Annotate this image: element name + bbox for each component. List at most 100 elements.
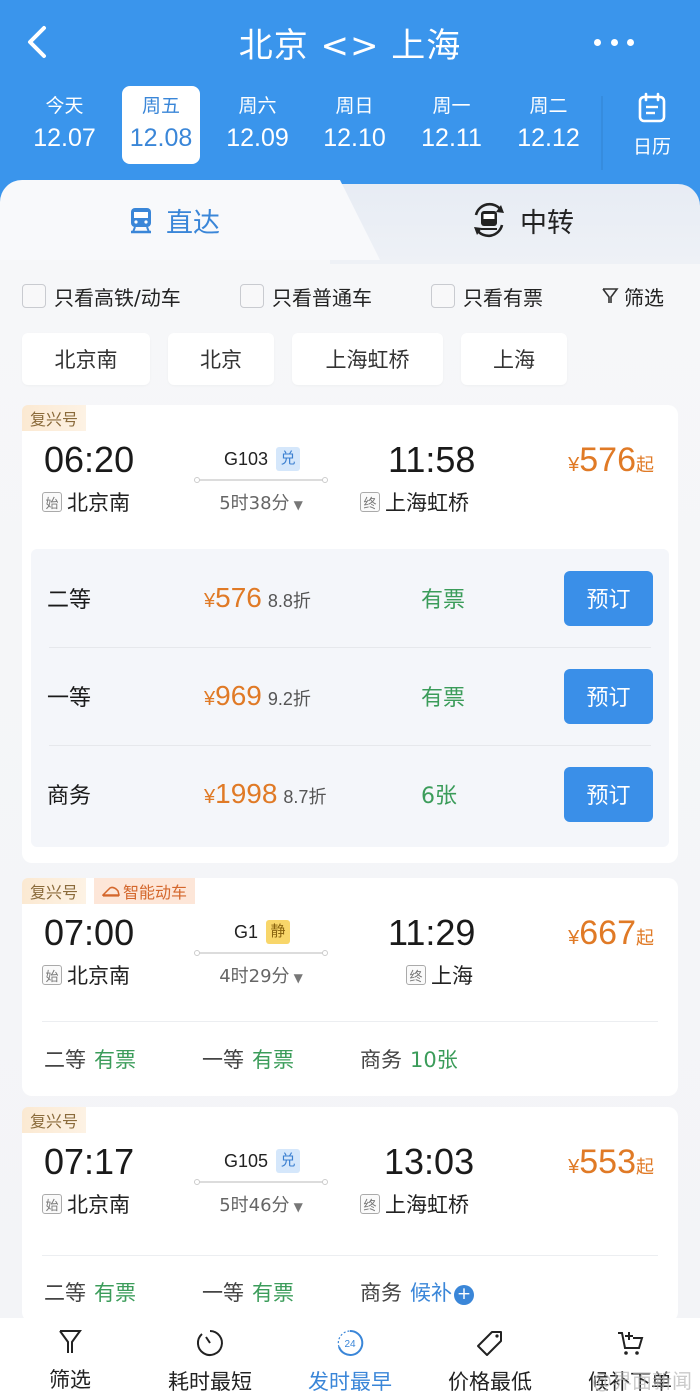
seat-class: 商务 <box>360 1048 402 1072</box>
origin-mark-icon: 始 <box>42 492 62 512</box>
seat-summary-item: 二等 有票 <box>44 1044 136 1074</box>
seat-status: 10张 <box>410 1048 458 1072</box>
sort-lowest-price[interactable]: 价格最低 <box>420 1318 560 1400</box>
train-card[interactable]: 复兴号 07:17 G105 兑 5时46分 ▼ 13:03 始北京南 终上海虹桥 … <box>22 1107 678 1322</box>
departure-time: 07:17 <box>44 1141 135 1182</box>
seat-summary-item: 一等 有票 <box>202 1044 294 1074</box>
duration-text: 5时46分 <box>219 1195 290 1216</box>
tab-transfer-label: 中转 <box>520 207 574 239</box>
seat-panel: 二等 ¥576 8.8折 有票 预订 一等 ¥969 9.2折 有票 预订 商务 ¥… <box>31 549 669 847</box>
checkbox-high-speed-only[interactable]: 只看高铁/动车 <box>22 282 181 311</box>
terminal-mark-icon: 终 <box>406 965 426 985</box>
seat-status: 有票 <box>252 1281 294 1305</box>
station-chip[interactable]: 上海 <box>461 333 567 385</box>
currency-symbol: ¥ <box>204 688 216 710</box>
checkbox-label: 只看有票 <box>463 285 543 310</box>
caret-down-icon: ▼ <box>293 498 303 512</box>
train-type-tag: 复兴号 <box>22 1107 87 1133</box>
seat-summary-item: 二等 有票 <box>44 1277 136 1307</box>
terminal-mark-icon: 终 <box>360 492 380 512</box>
date-item[interactable]: 周二 12.12 <box>500 86 597 164</box>
from-station: 始北京南 <box>42 1189 130 1219</box>
checkbox-label: 只看高铁/动车 <box>54 285 181 310</box>
lowest-price: ¥553起 <box>568 1143 654 1182</box>
seat-class: 一等 <box>47 686 92 711</box>
train-card[interactable]: 复兴号 06:20 G103 兑 5时38分 ▼ 11:58 始北京南 终上海虹桥 … <box>22 405 678 863</box>
date-item-selected[interactable]: 周五 12.08 <box>122 86 200 164</box>
to-station: 终上海 <box>406 960 473 990</box>
checkbox-available-only[interactable]: 只看有票 <box>431 282 543 311</box>
date-value: 12.12 <box>517 124 580 152</box>
station-chip[interactable]: 上海虹桥 <box>292 333 443 385</box>
divider <box>42 1021 658 1022</box>
book-button[interactable]: 预订 <box>564 668 653 724</box>
to-station-name: 上海虹桥 <box>385 1193 469 1217</box>
divider <box>42 1255 658 1256</box>
date-selector: 今天 12.07 周五 12.08 周六 12.09 周日 12.10 周一 12.11 … <box>16 86 597 166</box>
date-value: 12.11 <box>421 124 482 152</box>
date-item[interactable]: 今天 12.07 <box>16 86 113 164</box>
watermark: @界面新闻 <box>592 1369 692 1393</box>
checkbox-box[interactable] <box>22 284 46 308</box>
from-station: 始北京南 <box>42 960 130 990</box>
divider <box>601 96 603 170</box>
price-tag-icon <box>477 1331 502 1356</box>
bullet-train-icon <box>102 886 120 897</box>
book-button[interactable]: 预订 <box>564 766 653 822</box>
seat-summary-item: 一等 有票 <box>202 1277 294 1307</box>
currency-symbol: ¥ <box>568 1156 580 1178</box>
date-item[interactable]: 周日 12.10 <box>306 86 403 164</box>
date-value: 12.07 <box>33 124 96 152</box>
bottom-filter-button[interactable]: 筛选 <box>0 1318 140 1400</box>
currency-symbol: ¥ <box>568 454 580 476</box>
duration-toggle[interactable]: 4时29分 ▼ <box>196 962 326 988</box>
filter-link-label: 筛选 <box>624 285 664 310</box>
tab-transfer[interactable]: 中转 <box>470 180 574 260</box>
currency-symbol: ¥ <box>204 590 216 612</box>
train-card[interactable]: 复兴号 智能动车 07:00 G1 静 4时29分 ▼ 11:29 始北京南 终上海… <box>22 878 678 1096</box>
checkbox-box[interactable] <box>240 284 264 308</box>
seat-price-value: 576 <box>215 582 262 613</box>
redeem-badge: 兑 <box>276 1149 301 1173</box>
seat-discount: 8.7折 <box>283 787 327 807</box>
checkbox-label: 只看普通车 <box>272 285 372 310</box>
station-chip[interactable]: 北京 <box>168 333 274 385</box>
station-chips: 北京南 北京 上海虹桥 上海 <box>22 333 585 385</box>
train-number-text: G1 <box>233 921 258 942</box>
ellipsis-dot <box>627 38 634 46</box>
origin-mark-icon: 始 <box>42 1194 62 1214</box>
duration-toggle[interactable]: 5时38分 ▼ <box>196 489 326 515</box>
seat-class: 商务 <box>360 1281 402 1305</box>
from-station: 始北京南 <box>42 487 130 517</box>
date-item[interactable]: 周一 12.11 <box>403 86 500 164</box>
seat-summary-item[interactable]: 商务 候补 + <box>360 1277 474 1307</box>
calendar-button[interactable]: 日历 <box>612 92 692 159</box>
date-value: 12.09 <box>226 124 289 152</box>
plus-circle-icon[interactable]: + <box>454 1285 474 1305</box>
date-weekday: 周六 <box>238 95 277 117</box>
seat-discount: 9.2折 <box>267 689 311 709</box>
seat-status: 有票 <box>252 1048 294 1072</box>
duration-toggle[interactable]: 5时46分 ▼ <box>196 1191 326 1217</box>
tab-direct-label: 直达 <box>166 207 220 239</box>
seat-class: 一等 <box>202 1048 244 1072</box>
lowest-price: ¥667起 <box>568 914 654 953</box>
sort-earliest-departure[interactable]: 24 发时最早 <box>280 1318 420 1400</box>
tab-direct[interactable]: 直达 <box>128 180 220 260</box>
more-button[interactable] <box>594 22 634 62</box>
train-number: G105 兑 <box>196 1149 328 1173</box>
calendar-icon <box>638 92 666 123</box>
train-number-text: G105 <box>223 1150 269 1171</box>
train-type-tag: 复兴号 <box>22 878 87 904</box>
checkbox-box[interactable] <box>431 284 455 308</box>
seat-class: 二等 <box>44 1281 86 1305</box>
filter-link[interactable]: 筛选 <box>600 282 664 311</box>
station-chip[interactable]: 北京南 <box>22 333 150 385</box>
date-item[interactable]: 周六 12.09 <box>209 86 306 164</box>
seat-row: 一等 ¥969 9.2折 有票 预订 <box>31 647 669 745</box>
book-button[interactable]: 预订 <box>564 570 653 626</box>
price-suffix: 起 <box>636 455 654 475</box>
sort-shortest-duration[interactable]: 耗时最短 <box>140 1318 280 1400</box>
seat-price-value: 969 <box>215 680 262 711</box>
checkbox-regular-only[interactable]: 只看普通车 <box>240 282 372 311</box>
